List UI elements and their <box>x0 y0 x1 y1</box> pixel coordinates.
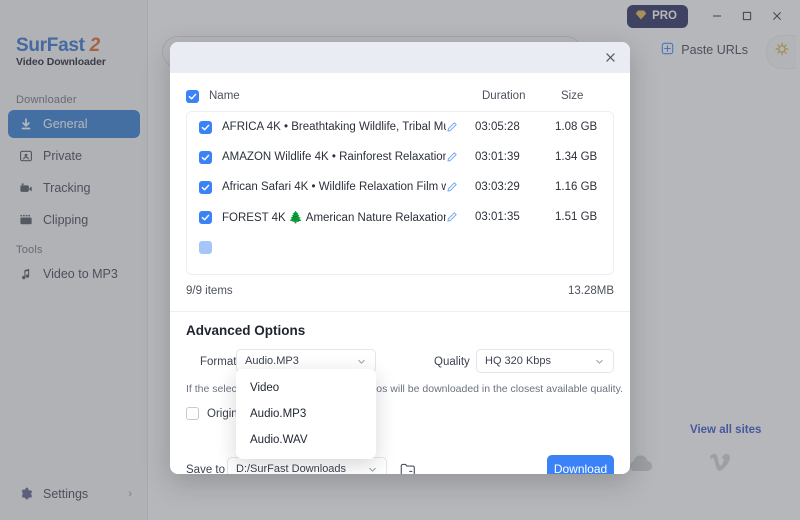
format-option-audio-mp3[interactable]: Audio.MP3 <box>236 401 376 427</box>
quality-select[interactable]: HQ 320 Kbps <box>476 349 614 373</box>
select-all-checkbox[interactable] <box>186 89 199 103</box>
row-title: AMAZON Wildlife 4K • Rainforest Relaxati… <box>222 151 446 163</box>
table-row-partial[interactable] <box>187 232 613 262</box>
row-title: African Safari 4K • Wildlife Relaxation … <box>222 181 446 193</box>
row-size: 1.16 GB <box>555 181 598 193</box>
row-title: AFRICA 4K • Breathtaking Wildlife, Triba… <box>222 121 446 133</box>
folder-icon[interactable] <box>396 457 418 474</box>
column-header-duration: Duration <box>482 90 526 102</box>
row-duration: 03:03:29 <box>475 181 520 193</box>
table-row[interactable]: AFRICA 4K • Breathtaking Wildlife, Triba… <box>187 112 613 142</box>
dialog-header <box>170 42 630 73</box>
download-options-dialog: Name Duration Size AFRICA 4K • Breathtak… <box>170 42 630 474</box>
row-checkbox[interactable] <box>199 120 212 134</box>
save-to-path: D:/SurFast Downloads <box>236 463 347 474</box>
chevron-down-icon <box>356 356 367 367</box>
item-count-label: 9/9 items <box>186 285 233 297</box>
column-header-size: Size <box>561 90 584 102</box>
edit-pencil-icon[interactable] <box>446 121 458 133</box>
format-option-video[interactable]: Video <box>236 375 376 401</box>
format-dropdown-menu[interactable]: Video Audio.MP3 Audio.WAV <box>236 369 376 459</box>
row-checkbox[interactable] <box>199 180 212 194</box>
row-duration: 03:05:28 <box>475 121 520 133</box>
edit-pencil-icon[interactable] <box>446 151 458 163</box>
row-size: 1.08 GB <box>555 121 598 133</box>
dialog-body: Name Duration Size AFRICA 4K • Breathtak… <box>170 73 630 474</box>
save-to-select[interactable]: D:/SurFast Downloads <box>227 457 387 474</box>
table-row[interactable]: AMAZON Wildlife 4K • Rainforest Relaxati… <box>187 142 613 172</box>
row-checkbox[interactable] <box>199 210 212 224</box>
chevron-down-icon <box>594 356 605 367</box>
chevron-down-icon <box>367 464 378 475</box>
column-header-name: Name <box>209 90 240 102</box>
section-divider <box>170 311 630 312</box>
row-size: 1.34 GB <box>555 151 598 163</box>
format-label: Format <box>200 356 237 368</box>
table-row[interactable]: FOREST 4K 🌲 American Nature Relaxation F… <box>187 202 613 232</box>
row-duration: 03:01:39 <box>475 151 520 163</box>
table-footer: 9/9 items 13.28MB <box>186 281 614 301</box>
original-checkbox[interactable] <box>186 407 199 420</box>
table-header-row: Name Duration Size <box>186 83 614 109</box>
format-option-audio-wav[interactable]: Audio.WAV <box>236 427 376 453</box>
quality-selected-value: HQ 320 Kbps <box>485 355 552 367</box>
total-size-label: 13.28MB <box>567 285 614 297</box>
close-icon[interactable] <box>600 48 620 68</box>
download-items-table[interactable]: AFRICA 4K • Breathtaking Wildlife, Triba… <box>186 111 614 275</box>
row-checkbox[interactable] <box>199 150 212 164</box>
edit-pencil-icon[interactable] <box>446 181 458 193</box>
edit-pencil-icon[interactable] <box>446 211 458 223</box>
table-row[interactable]: African Safari 4K • Wildlife Relaxation … <box>187 172 613 202</box>
row-checkbox[interactable] <box>199 240 212 254</box>
advanced-options-title: Advanced Options <box>186 323 306 338</box>
save-to-label: Save to <box>186 464 225 474</box>
format-selected-value: Audio.MP3 <box>245 355 299 367</box>
row-duration: 03:01:35 <box>475 211 520 223</box>
row-size: 1.51 GB <box>555 211 598 223</box>
download-button[interactable]: Download <box>547 455 614 474</box>
row-title: FOREST 4K 🌲 American Nature Relaxation F… <box>222 212 446 224</box>
quality-label: Quality <box>434 356 470 368</box>
